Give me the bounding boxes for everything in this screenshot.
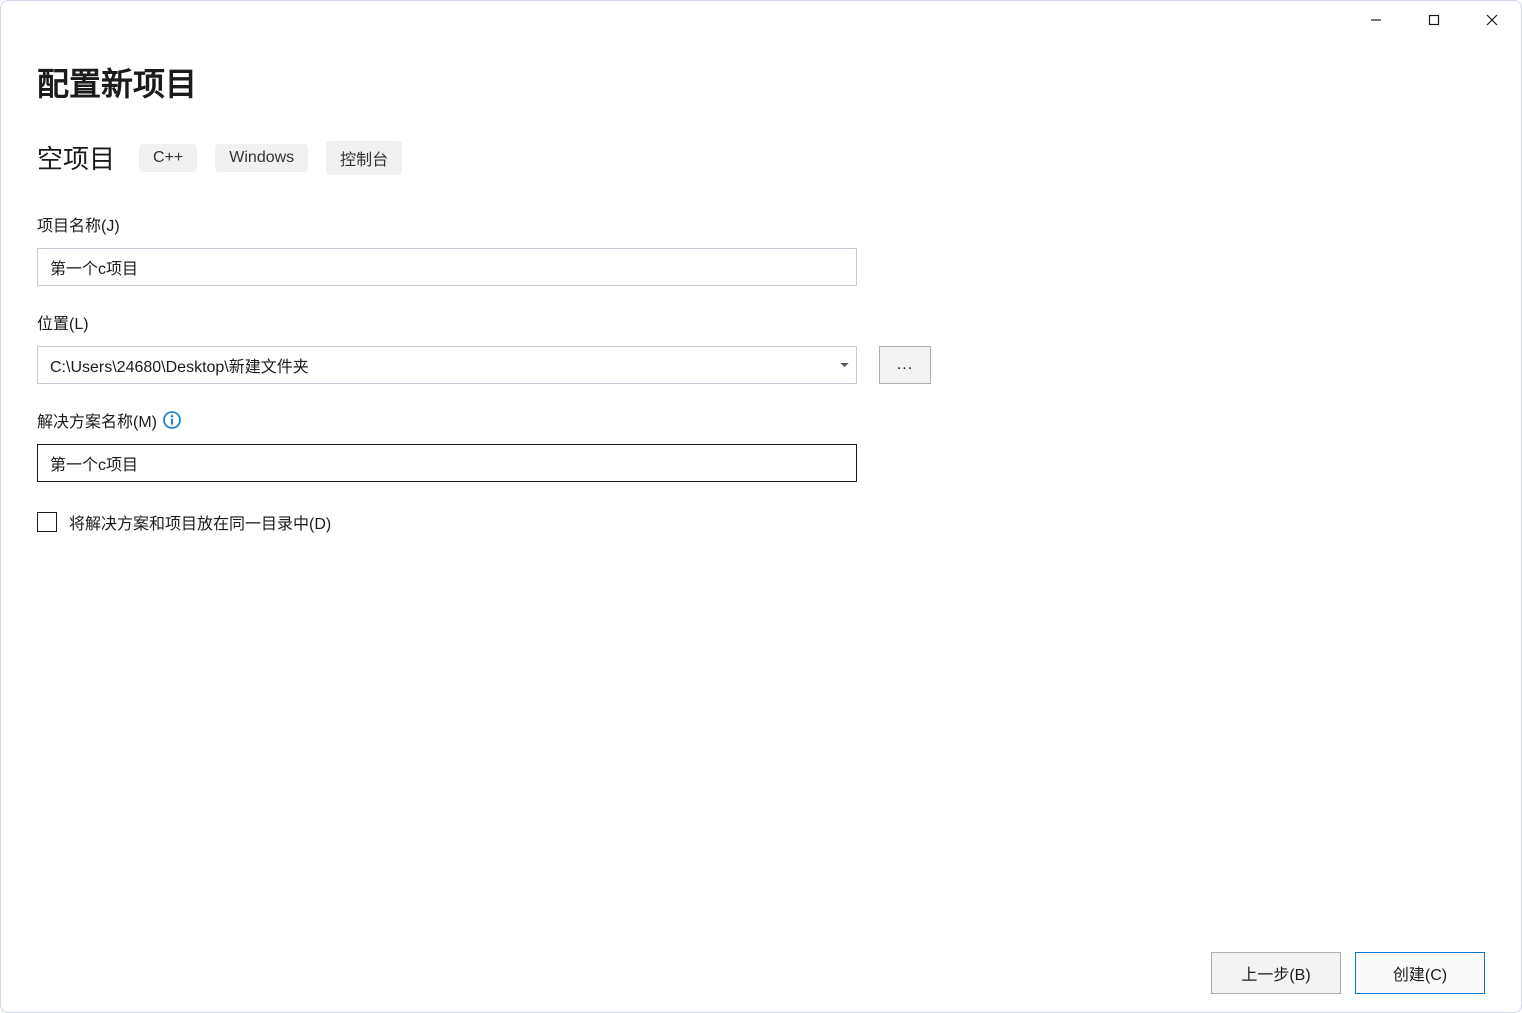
location-input-row: ... xyxy=(37,346,1485,384)
tag-cpp: C++ xyxy=(139,144,197,172)
page-title: 配置新项目 xyxy=(37,59,1485,105)
location-combo[interactable] xyxy=(37,346,857,384)
footer: 上一步(B) 创建(C) xyxy=(1211,952,1485,994)
subtitle-row: 空项目 C++ Windows 控制台 xyxy=(37,139,1485,176)
solution-name-label: 解决方案名称(M) xyxy=(37,408,1485,432)
project-name-label: 项目名称(J) xyxy=(37,212,1485,236)
chevron-down-icon xyxy=(840,363,849,368)
window-frame: 配置新项目 空项目 C++ Windows 控制台 项目名称(J) 位置(L) xyxy=(0,0,1522,1013)
location-label: 位置(L) xyxy=(37,310,1485,334)
browse-button[interactable]: ... xyxy=(879,346,931,384)
location-dropdown-button[interactable] xyxy=(832,347,856,383)
content-area: 配置新项目 空项目 C++ Windows 控制台 项目名称(J) 位置(L) xyxy=(1,39,1521,1012)
maximize-button[interactable] xyxy=(1405,1,1463,39)
project-name-group: 项目名称(J) xyxy=(37,212,1485,286)
solution-name-label-text: 解决方案名称(M) xyxy=(37,408,157,432)
title-bar xyxy=(1,1,1521,39)
back-button[interactable]: 上一步(B) xyxy=(1211,952,1341,994)
close-button[interactable] xyxy=(1463,1,1521,39)
same-directory-checkbox[interactable] xyxy=(37,512,57,532)
create-button[interactable]: 创建(C) xyxy=(1355,952,1485,994)
project-type-label: 空项目 xyxy=(37,139,115,176)
project-name-input[interactable] xyxy=(37,248,857,286)
close-icon xyxy=(1486,14,1498,26)
location-group: 位置(L) ... xyxy=(37,310,1485,384)
info-icon[interactable] xyxy=(163,411,181,429)
minimize-icon xyxy=(1370,14,1382,26)
same-directory-row[interactable]: 将解决方案和项目放在同一目录中(D) xyxy=(37,510,1485,534)
solution-name-input[interactable] xyxy=(37,444,857,482)
location-input[interactable] xyxy=(38,347,832,383)
same-directory-label: 将解决方案和项目放在同一目录中(D) xyxy=(69,510,331,534)
minimize-button[interactable] xyxy=(1347,1,1405,39)
tag-console: 控制台 xyxy=(326,141,402,175)
maximize-icon xyxy=(1428,14,1440,26)
solution-name-group: 解决方案名称(M) xyxy=(37,408,1485,482)
tag-windows: Windows xyxy=(215,144,308,172)
